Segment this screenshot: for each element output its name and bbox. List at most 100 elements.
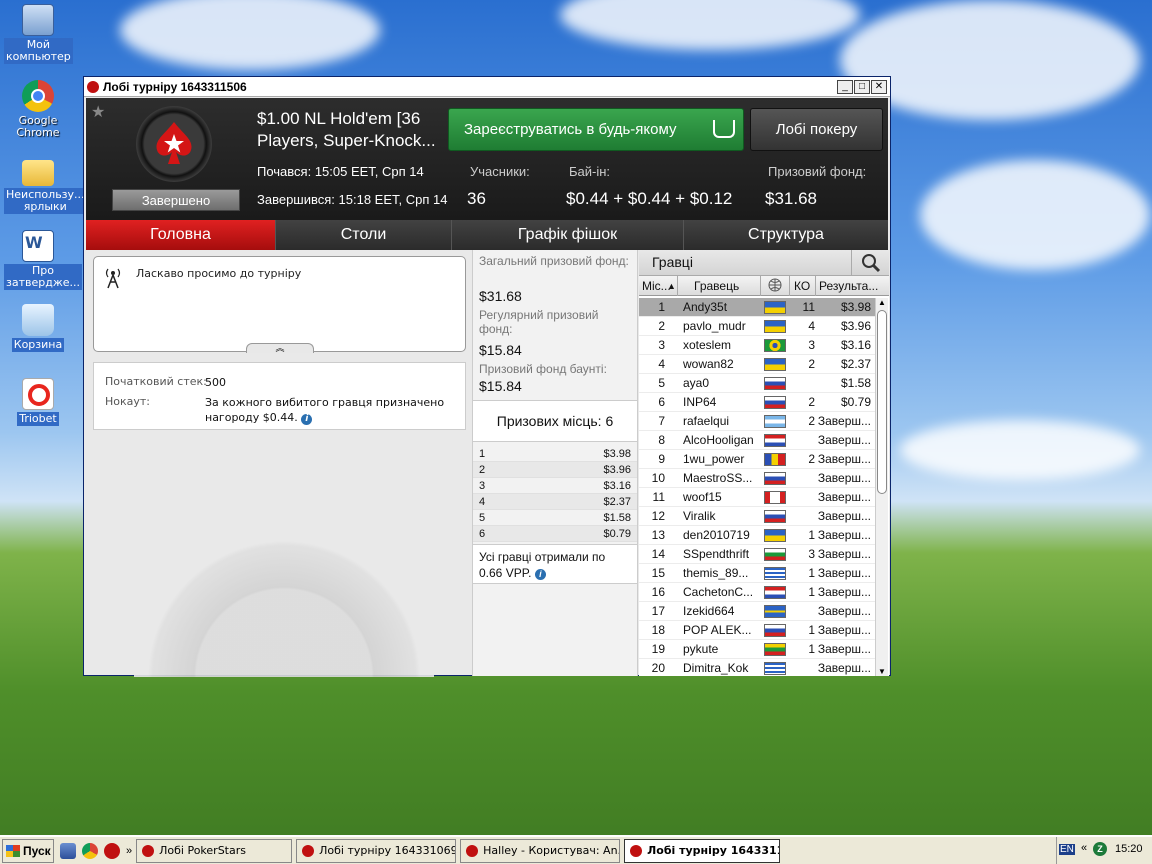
- welcome-text: Ласкаво просимо до турніру: [136, 267, 302, 280]
- knockout-label: Нокаут:: [105, 395, 151, 408]
- player-name: AlcoHooligan: [683, 433, 754, 447]
- player-result: Заверш...: [817, 642, 871, 656]
- country-flag-icon: [764, 358, 786, 371]
- player-name: Dimitra_Kok: [683, 661, 749, 675]
- info-icon[interactable]: i: [301, 414, 313, 425]
- shield-icon[interactable]: Z: [1093, 842, 1107, 856]
- taskbar-button-tournament-lobby-2[interactable]: Лобі турніру 1643311...: [624, 838, 781, 863]
- country-flag-icon: [764, 415, 786, 428]
- player-result: $2.37: [840, 357, 871, 371]
- player-knockouts: 2: [808, 395, 815, 409]
- taskbar-button-pokerstars-lobby[interactable]: Лобі PokerStars: [136, 838, 293, 863]
- player-row[interactable]: 20 Dimitra_Kok Заверш...: [639, 659, 875, 676]
- player-row[interactable]: 12 Viralik Заверш...: [639, 507, 875, 526]
- bounty-prizepool-value: $15.84: [479, 378, 522, 394]
- search-button[interactable]: [851, 250, 889, 276]
- tab-chip-graph[interactable]: Графік фішок: [452, 220, 684, 250]
- total-prizepool-value: $31.68: [479, 288, 522, 304]
- player-row[interactable]: 13 den2010719 1 Заверш...: [639, 526, 875, 545]
- taskbar-button-tournament-lobby-1[interactable]: Лобі турніру 1643310692: [296, 838, 457, 863]
- players-panel: Гравці Міс... ▲ Гравець КО Результа... 1…: [639, 250, 889, 676]
- col-result[interactable]: Результа...: [819, 279, 878, 293]
- collapse-button[interactable]: ︽: [246, 343, 314, 353]
- maximize-button[interactable]: □: [854, 79, 870, 94]
- desktop-icon-triobet[interactable]: Triobet: [4, 378, 72, 426]
- scroll-up-icon[interactable]: ▲: [878, 298, 886, 307]
- tab-structure[interactable]: Структура: [684, 220, 888, 250]
- minimize-button[interactable]: _: [837, 79, 853, 94]
- col-player[interactable]: Гравець: [694, 279, 739, 293]
- country-flag-icon: [764, 548, 786, 561]
- desktop-icon-my-computer[interactable]: Мой компьютер: [4, 4, 73, 64]
- scroll-thumb[interactable]: [877, 310, 887, 494]
- player-row[interactable]: 11 woof15 Заверш...: [639, 488, 875, 507]
- player-result: Заверш...: [817, 452, 871, 466]
- pokerstars-icon: [87, 80, 99, 93]
- poker-lobby-button[interactable]: Лобі покеру: [750, 108, 883, 151]
- vpp-note: Усі гравці отримали по 0.66 VPP. i: [473, 544, 637, 584]
- player-knockouts: 3: [808, 547, 815, 561]
- desktop-icon-recycle-bin[interactable]: Корзина: [4, 304, 72, 352]
- player-row[interactable]: 1 Andy35t 11 $3.98: [639, 298, 875, 317]
- folder-icon: [22, 160, 54, 186]
- player-row[interactable]: 6 INP64 2 $0.79: [639, 393, 875, 412]
- tab-main[interactable]: Головна: [86, 220, 276, 250]
- player-result: Заверш...: [817, 623, 871, 637]
- clock: 15:20: [1115, 843, 1143, 855]
- player-row[interactable]: 14 SSpendthrift 3 Заверш...: [639, 545, 875, 564]
- start-button[interactable]: Пуск: [2, 838, 54, 863]
- regular-prizepool-value: $15.84: [479, 342, 522, 358]
- player-place: 18: [651, 623, 665, 637]
- players-column-header: Міс... ▲ Гравець КО Результа...: [639, 276, 889, 296]
- tournament-lobby-window: Лобі турніру 1643311506 _ □ ✕ ★ Завершен…: [83, 76, 891, 677]
- player-row[interactable]: 17 Izekid664 Заверш...: [639, 602, 875, 621]
- desktop-icon-word-doc[interactable]: W Про затверджe...: [4, 230, 82, 290]
- language-indicator[interactable]: EN: [1059, 844, 1075, 855]
- col-ko[interactable]: КО: [794, 279, 810, 293]
- player-row[interactable]: 2 pavlo_mudr 4 $3.96: [639, 317, 875, 336]
- country-flag-icon: [764, 491, 786, 504]
- starting-stack-value: 500: [205, 376, 226, 389]
- player-row[interactable]: 3 xoteslem 3 $3.16: [639, 336, 875, 355]
- quicklaunch-expand-icon[interactable]: »: [126, 845, 132, 857]
- globe-icon[interactable]: [768, 278, 782, 295]
- player-row[interactable]: 18 POP ALEK... 1 Заверш...: [639, 621, 875, 640]
- register-button[interactable]: Зареєструватись в будь-якому: [448, 108, 744, 151]
- players-scrollbar[interactable]: ▲ ▼: [875, 298, 888, 676]
- player-name: woof15: [683, 490, 722, 504]
- player-knockouts: 1: [808, 642, 815, 656]
- player-name: INP64: [683, 395, 717, 409]
- player-row[interactable]: 15 themis_89... 1 Заверш...: [639, 564, 875, 583]
- show-desktop-icon[interactable]: [60, 842, 76, 859]
- tab-tables[interactable]: Столи: [276, 220, 452, 250]
- info-icon[interactable]: i: [534, 569, 546, 580]
- player-row[interactable]: 19 pykute 1 Заверш...: [639, 640, 875, 659]
- player-row[interactable]: 10 MaestroSS... Заверш...: [639, 469, 875, 488]
- player-row[interactable]: 9 1wu_power 2 Заверш...: [639, 450, 875, 469]
- scroll-down-icon[interactable]: ▼: [878, 667, 886, 676]
- player-result: Заверш...: [817, 585, 871, 599]
- close-button[interactable]: ✕: [871, 79, 887, 94]
- favorite-star-icon[interactable]: ★: [91, 102, 105, 122]
- window-titlebar[interactable]: Лобі турніру 1643311506 _ □ ✕: [84, 77, 890, 97]
- search-icon: [862, 254, 881, 273]
- player-name: xoteslem: [683, 338, 732, 352]
- player-result: $0.79: [840, 395, 871, 409]
- desktop-icon-chrome[interactable]: Google Chrome: [4, 80, 72, 140]
- player-row[interactable]: 16 CachetonC... 1 Заверш...: [639, 583, 875, 602]
- chrome-quicklaunch-icon[interactable]: [82, 842, 98, 859]
- country-flag-icon: [764, 377, 786, 390]
- player-row[interactable]: 8 AlcoHooligan Заверш...: [639, 431, 875, 450]
- taskbar-button-halley[interactable]: Halley - Користувач: An...: [460, 838, 621, 863]
- player-row[interactable]: 5 aya0 $1.58: [639, 374, 875, 393]
- spade-icon: [156, 122, 192, 164]
- player-row[interactable]: 4 wowan82 2 $2.37: [639, 355, 875, 374]
- desktop-icon-folder[interactable]: Неиспользу... ярлыки: [4, 156, 87, 214]
- tray-expand-icon[interactable]: «: [1081, 842, 1087, 854]
- system-tray: EN « Z 15:20: [1056, 837, 1152, 864]
- triobet-icon: [22, 378, 54, 410]
- pokerstars-quicklaunch-icon[interactable]: [104, 842, 120, 859]
- player-place: 11: [652, 490, 665, 504]
- players-header: Гравці: [639, 250, 889, 276]
- player-row[interactable]: 7 rafaelqui 2 Заверш...: [639, 412, 875, 431]
